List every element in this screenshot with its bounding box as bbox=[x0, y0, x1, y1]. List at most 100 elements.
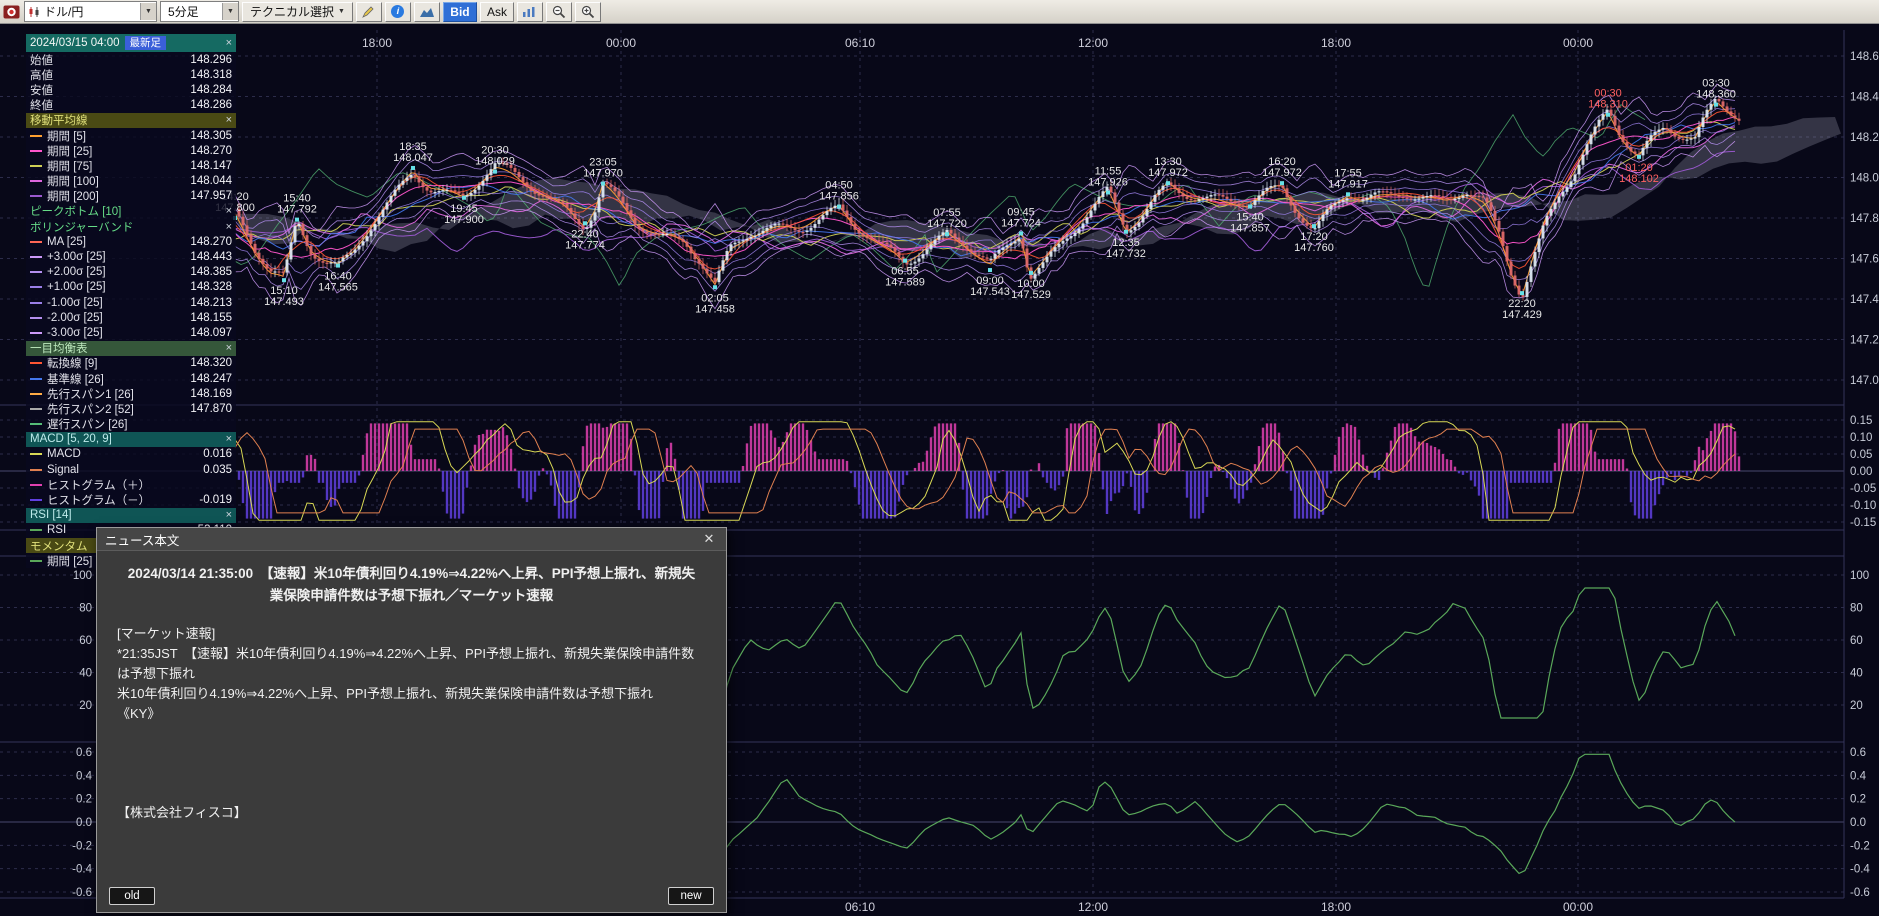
chart-style-button[interactable] bbox=[517, 2, 543, 22]
panel-row-value: 148.270 bbox=[190, 236, 232, 248]
close-indicator-button[interactable]: × bbox=[221, 114, 232, 126]
old-news-button[interactable]: old bbox=[109, 887, 155, 905]
y-axis-label: -0.6 bbox=[72, 887, 92, 899]
panel-row-label: 期間 [25] bbox=[47, 143, 92, 159]
y-axis-label: -0.4 bbox=[72, 864, 92, 876]
panel-row-value: 148.270 bbox=[190, 145, 232, 157]
panel-row-label: MACD bbox=[47, 448, 81, 460]
close-indicator-button[interactable]: × bbox=[221, 221, 232, 233]
x-axis-label: 00:00 bbox=[1563, 36, 1593, 50]
chevron-down-icon: ▼ bbox=[338, 8, 345, 15]
peak-marker bbox=[1714, 103, 1718, 107]
new-news-button[interactable]: new bbox=[668, 887, 714, 905]
timeframe-select[interactable]: 5分足 ▼ bbox=[160, 1, 239, 22]
panel-row-label: 始値 bbox=[30, 52, 53, 68]
panel-section-header: 一目均衡表× bbox=[26, 341, 236, 356]
panel-section-header: MACD [5, 20, 9]× bbox=[26, 432, 236, 447]
draw-tool-button[interactable] bbox=[356, 2, 382, 22]
panel-date: 2024/03/15 04:00 bbox=[30, 37, 120, 49]
panel-row-label: +2.00σ [25] bbox=[47, 266, 106, 278]
panel-section-header: ボリンジャーバンド× bbox=[26, 219, 236, 234]
technical-select-label: テクニカル選択 bbox=[250, 3, 334, 20]
annotation-price: 147.493 bbox=[264, 296, 304, 308]
panel-row: MA [25]148.270 bbox=[26, 234, 236, 249]
panel-row-label: 基準線 [26] bbox=[47, 371, 104, 387]
panel-row-value: 148.318 bbox=[190, 69, 232, 81]
panel-row-value: 148.155 bbox=[190, 312, 232, 324]
close-icon[interactable]: ✕ bbox=[700, 531, 718, 547]
indicator-color-swatch bbox=[30, 286, 42, 288]
panel-row-label: Signal bbox=[47, 464, 79, 476]
close-indicator-button[interactable]: × bbox=[221, 342, 232, 354]
annotation-price: 147.857 bbox=[1230, 222, 1270, 234]
bid-button[interactable]: Bid bbox=[443, 2, 477, 22]
panel-row-value: 147.870 bbox=[190, 403, 232, 415]
y-axis-label: 80 bbox=[79, 603, 92, 615]
technical-select-button[interactable]: テクニカル選択 ▼ bbox=[242, 2, 353, 22]
panel-section-header: 移動平均線× bbox=[26, 113, 236, 128]
y-axis-label: -0.4 bbox=[1850, 864, 1870, 876]
panel-row-label: 転換線 [9] bbox=[47, 355, 97, 371]
y-axis-label: 148.20 bbox=[1850, 132, 1879, 144]
indicator-color-swatch bbox=[30, 150, 42, 152]
ask-button[interactable]: Ask bbox=[480, 2, 514, 22]
indicator-color-swatch bbox=[30, 302, 42, 304]
panel-row-label: -1.00σ [25] bbox=[47, 297, 103, 309]
dialog-title-bar[interactable]: ニュース本文 ✕ bbox=[97, 528, 726, 551]
y-axis-label: 0.6 bbox=[76, 747, 92, 759]
y-axis-label: 0.00 bbox=[1850, 466, 1872, 478]
y-axis-label: -0.2 bbox=[72, 840, 92, 852]
panel-row: -3.00σ [25]148.097 bbox=[26, 325, 236, 340]
y-axis-label: 147.60 bbox=[1850, 254, 1879, 266]
zoom-in-button[interactable] bbox=[575, 2, 601, 22]
annotation-price: 147.972 bbox=[1148, 167, 1188, 179]
panel-row: 期間 [75]148.147 bbox=[26, 158, 236, 173]
close-indicator-button[interactable]: × bbox=[221, 509, 232, 521]
indicator-color-swatch bbox=[30, 453, 42, 455]
pair-select[interactable]: ドル/円 ▼ bbox=[24, 1, 157, 22]
panel-row: ヒストグラム（＋） bbox=[26, 477, 236, 492]
y-axis-label: -0.6 bbox=[1850, 887, 1870, 899]
panel-header: 2024/03/15 04:00最新足× bbox=[26, 34, 236, 52]
close-indicator-button[interactable]: × bbox=[221, 433, 232, 445]
panel-row-value: 0.035 bbox=[203, 464, 232, 476]
peak-marker bbox=[1019, 231, 1023, 235]
close-panel-button[interactable]: × bbox=[221, 37, 232, 49]
panel-row-label: -2.00σ [25] bbox=[47, 312, 103, 324]
news-headline: 2024/03/14 21:35:00 【速報】米10年債利回り4.19%⇒4.… bbox=[125, 563, 698, 608]
section-label: RSI [14] bbox=[30, 509, 72, 521]
panel-row: 遅行スパン [26] bbox=[26, 417, 236, 432]
y-axis-label: 80 bbox=[1850, 603, 1863, 615]
x-axis-label: 18:00 bbox=[362, 36, 392, 50]
panel-row-label: 安値 bbox=[30, 82, 53, 98]
y-axis-label: 100 bbox=[1850, 570, 1869, 582]
panel-row-value: 148.213 bbox=[190, 297, 232, 309]
panel-row-value: 148.305 bbox=[190, 130, 232, 142]
x-axis-label: 12:00 bbox=[1078, 900, 1108, 914]
close-indicator-button[interactable]: × bbox=[221, 205, 232, 217]
pair-select-value: ドル/円 bbox=[40, 3, 87, 20]
info-button[interactable]: i bbox=[385, 2, 411, 22]
annotation-price: 147.732 bbox=[1106, 248, 1146, 260]
y-axis-label: 148.40 bbox=[1850, 92, 1879, 104]
indicator-color-swatch bbox=[30, 393, 42, 395]
pencil-icon bbox=[362, 5, 375, 18]
indicator-color-swatch bbox=[30, 271, 42, 273]
news-body: [マーケット速報] *21:35JST 【速報】米10年債利回り4.19%⇒4.… bbox=[117, 624, 706, 725]
y-axis-label: -0.15 bbox=[1850, 517, 1876, 529]
y-axis-label: 147.20 bbox=[1850, 335, 1879, 347]
annotation-price: 147.774 bbox=[565, 239, 605, 251]
panel-row-label: 終値 bbox=[30, 97, 53, 113]
panel-row-label: +3.00σ [25] bbox=[47, 251, 106, 263]
indicator-color-swatch bbox=[30, 317, 42, 319]
x-axis-label: 18:00 bbox=[1321, 900, 1351, 914]
peak-marker bbox=[583, 221, 587, 225]
annotation-price: 147.565 bbox=[318, 282, 358, 294]
panel-row-label: RSI bbox=[47, 524, 66, 536]
chart-type-button[interactable] bbox=[414, 2, 440, 22]
peak-marker bbox=[945, 232, 949, 236]
y-axis-label: 0.6 bbox=[1850, 747, 1866, 759]
zoom-out-button[interactable] bbox=[546, 2, 572, 22]
panel-row: 期間 [25] 148.270 bbox=[26, 143, 236, 158]
panel-row: +3.00σ [25]148.443 bbox=[26, 249, 236, 264]
